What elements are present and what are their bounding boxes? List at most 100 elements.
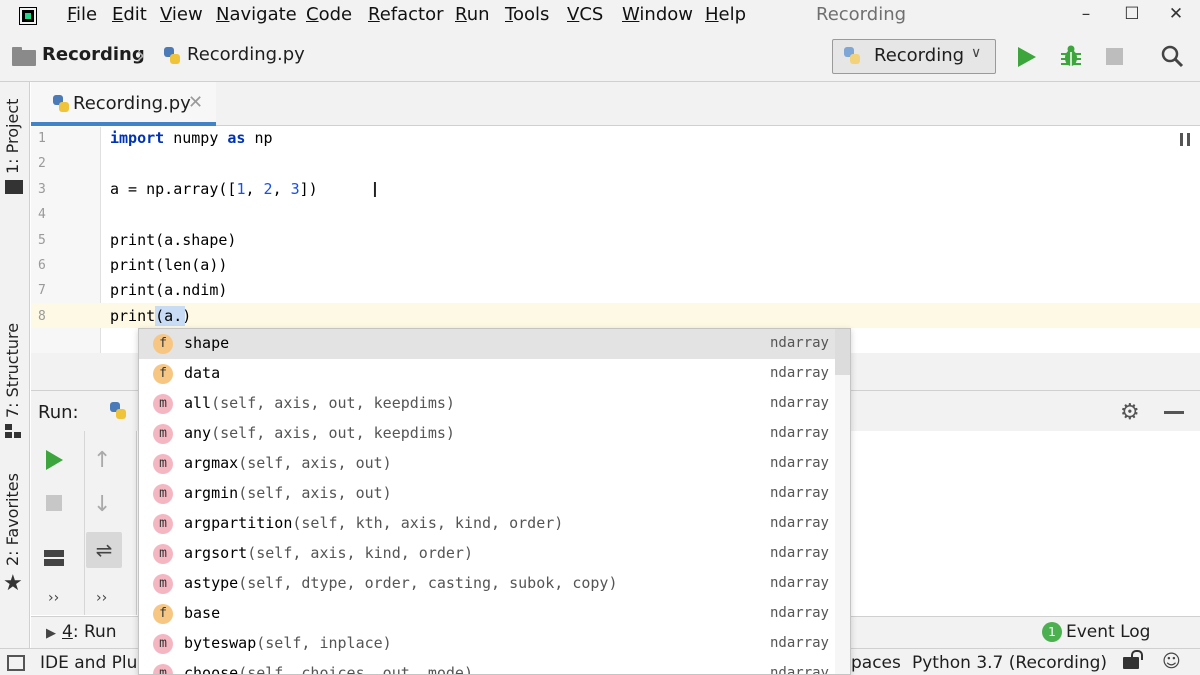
play-small-icon: ▶ [46, 626, 56, 641]
toggle-tool-windows-icon[interactable] [7, 655, 25, 671]
minimize-button[interactable]: – [1066, 4, 1106, 24]
completion-name: choose(self, choices, out, mode) [184, 664, 473, 675]
menu-edit[interactable]: Edit [112, 4, 147, 25]
code-line-7: print(a.ndim) [110, 281, 228, 299]
more-actions-icon[interactable]: ›› [96, 590, 107, 606]
completion-item[interactable]: m astype(self, dtype, order, casting, su… [139, 569, 835, 599]
search-icon[interactable] [1160, 44, 1184, 68]
code-completion-popup[interactable]: f shape ndarray f data ndarray m all(sel… [138, 328, 851, 675]
menu-file[interactable]: File [67, 4, 97, 25]
completion-name: argpartition(self, kth, axis, kind, orde… [184, 514, 564, 532]
menu-vcs[interactable]: VCS [567, 4, 603, 25]
code-line-5: print(a.shape) [110, 231, 237, 249]
breadcrumb-project[interactable]: Recording [42, 44, 145, 65]
completion-name: byteswap(self, inplace) [184, 634, 392, 652]
lock-icon[interactable] [1123, 650, 1143, 669]
completion-item[interactable]: m argmax(self, axis, out) ndarray [139, 449, 835, 479]
menu-tools[interactable]: Tools [505, 4, 549, 25]
gear-icon[interactable]: ⚙ [1120, 400, 1140, 425]
completion-scrollbar-thumb[interactable] [835, 329, 850, 375]
status-message[interactable]: IDE and Plugin Updates [40, 653, 140, 673]
soft-wrap-icon[interactable]: ⇌ [86, 532, 122, 568]
completion-item[interactable]: f data ndarray [139, 359, 835, 389]
method-icon: m [153, 544, 173, 564]
completion-name: data [184, 364, 221, 382]
completion-item[interactable]: m argpartition(self, kth, axis, kind, or… [139, 509, 835, 539]
current-line-highlight [31, 303, 1200, 328]
completion-item[interactable]: f shape ndarray [139, 329, 835, 359]
method-icon: m [153, 664, 173, 674]
completion-item[interactable]: m argmin(self, axis, out) ndarray [139, 479, 835, 509]
breadcrumb-file[interactable]: Recording.py [187, 44, 305, 65]
completion-type: ndarray [769, 455, 829, 471]
completion-type: ndarray [769, 425, 829, 441]
tool-tab-run[interactable]: ▶ 4: Run [46, 622, 117, 642]
close-icon[interactable]: ✕ [188, 92, 203, 113]
completion-item[interactable]: m argsort(self, axis, kind, order) ndarr… [139, 539, 835, 569]
python-file-icon [164, 47, 180, 64]
inspector-icon[interactable]: ☺ [1162, 651, 1181, 672]
arrow-down-icon[interactable]: ↓ [93, 492, 111, 517]
status-indent[interactable]: paces [851, 653, 901, 673]
run-panel-title: Run: [38, 402, 79, 423]
run-configuration-select[interactable]: Recording ∨ [832, 39, 996, 74]
stop-icon[interactable] [46, 495, 62, 511]
method-icon: m [153, 424, 173, 444]
arrow-up-icon[interactable]: ↑ [93, 448, 111, 473]
completion-name: astype(self, dtype, order, casting, subo… [184, 574, 618, 592]
method-icon: m [153, 454, 173, 474]
stop-icon[interactable] [1106, 48, 1123, 65]
completion-name: shape [184, 334, 230, 352]
method-icon: m [153, 634, 173, 654]
debug-bug-icon[interactable] [1060, 44, 1082, 68]
tool-tab-event-log[interactable]: 1 Event Log [1042, 622, 1150, 642]
menu-window[interactable]: Window [622, 4, 693, 25]
window-title: Recording [816, 4, 907, 25]
completion-name: argmax(self, axis, out) [184, 454, 392, 472]
menu-view[interactable]: View [160, 4, 203, 25]
completion-type: ndarray [769, 365, 829, 381]
layout-icon[interactable] [44, 550, 64, 566]
line-number: 6 [38, 258, 46, 273]
folder-icon [12, 47, 36, 66]
completion-name: any(self, axis, out, keepdims) [184, 424, 455, 442]
maximize-button[interactable]: ☐ [1112, 4, 1152, 24]
python-file-icon [53, 95, 69, 112]
completion-item[interactable]: m choose(self, choices, out, mode) ndarr… [139, 659, 835, 675]
method-icon: m [153, 394, 173, 414]
menu-code[interactable]: Code [306, 4, 352, 25]
completion-name: argsort(self, axis, kind, order) [184, 544, 473, 562]
completion-name: base [184, 604, 221, 622]
completion-type: ndarray [769, 485, 829, 501]
method-icon: m [153, 514, 173, 534]
tool-tab-project[interactable]: 1: Project [3, 99, 27, 254]
pause-icon[interactable] [1180, 133, 1190, 146]
more-actions-icon[interactable]: ›› [48, 590, 59, 606]
completion-type: ndarray [769, 605, 829, 621]
breadcrumb-separator-icon: › [136, 41, 146, 69]
python-icon [110, 402, 126, 419]
completion-item[interactable]: m all(self, axis, out, keepdims) ndarray [139, 389, 835, 419]
completion-item[interactable]: f base ndarray [139, 599, 835, 629]
completion-item[interactable]: m any(self, axis, out, keepdims) ndarray [139, 419, 835, 449]
editor-tab-recording[interactable]: Recording.py ✕ [31, 82, 216, 126]
chevron-down-icon: ∨ [971, 45, 982, 61]
line-number: 8 [38, 309, 46, 324]
menu-refactor[interactable]: Refactor [368, 4, 444, 25]
completion-type: ndarray [769, 635, 829, 651]
rerun-icon[interactable] [46, 450, 63, 470]
hide-panel-icon[interactable] [1164, 411, 1184, 414]
completion-item[interactable]: m byteswap(self, inplace) ndarray [139, 629, 835, 659]
code-line-6: print(len(a)) [110, 256, 228, 274]
close-window-button[interactable]: ✕ [1156, 4, 1196, 24]
completion-scrollbar[interactable] [835, 329, 850, 674]
menu-run[interactable]: Run [455, 4, 490, 25]
menu-navigate[interactable]: Navigate [216, 4, 297, 25]
line-number: 3 [38, 182, 46, 197]
method-icon: m [153, 574, 173, 594]
menu-help[interactable]: Help [705, 4, 746, 25]
line-number: 4 [38, 207, 46, 222]
line-number: 1 [38, 131, 46, 146]
status-interpreter[interactable]: Python 3.7 (Recording) [912, 653, 1107, 673]
run-icon[interactable] [1018, 47, 1036, 67]
